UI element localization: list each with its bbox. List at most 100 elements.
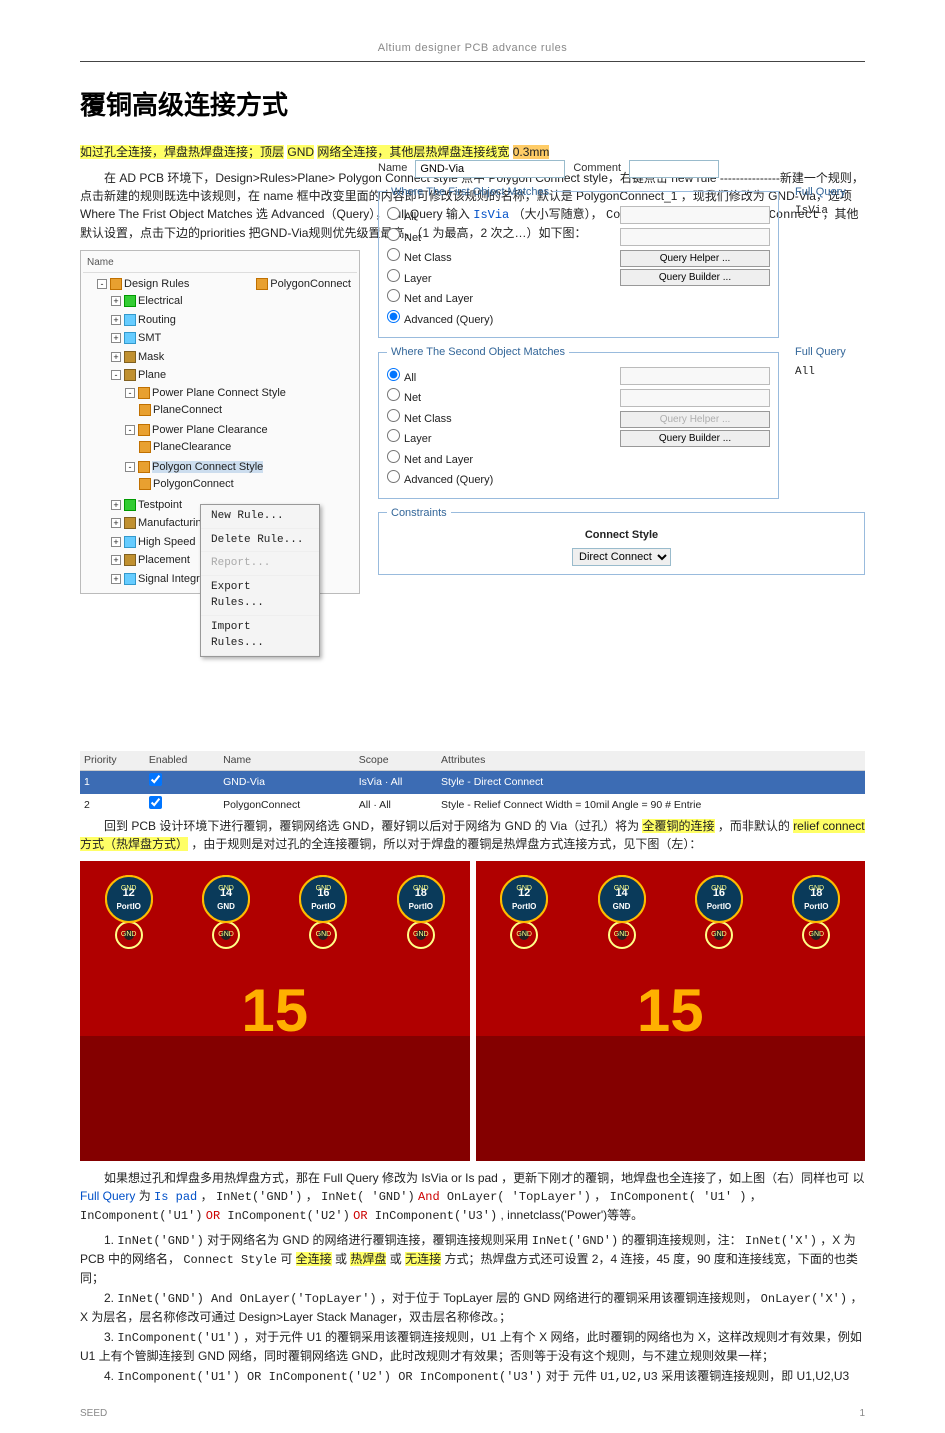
query-helper-1[interactable]: Query Helper ... (620, 250, 770, 267)
ctx-export-rules[interactable]: Export Rules... (201, 576, 319, 616)
opt-all-2[interactable]: All (387, 367, 612, 388)
tree-pcs-selected[interactable]: Polygon Connect Style (152, 461, 263, 473)
rule-name-input[interactable] (415, 160, 565, 178)
electrical-icon (124, 295, 136, 307)
combo-2b[interactable] (620, 389, 770, 407)
opt-all-1[interactable]: All (387, 206, 612, 227)
opt-net-2[interactable]: Net (387, 387, 612, 408)
attr-1: Style - Direct Connect (437, 771, 865, 794)
ctx-delete-rule[interactable]: Delete Rule... (201, 529, 319, 553)
expand-icon[interactable]: + (111, 518, 121, 528)
expand-icon[interactable]: - (125, 388, 135, 398)
n4-code2: U1,U2,U3 (600, 1370, 658, 1384)
opt-advanced-2[interactable]: Advanced (Query) (387, 469, 612, 490)
note-3: 3. InComponent('U1') ，对于元件 U1 的覆铜采用该覆铜连接… (80, 1328, 865, 1365)
opt-advanced-1[interactable]: Advanced (Query) (387, 309, 612, 330)
tree-smt[interactable]: SMT (138, 332, 161, 344)
n1-t6: 或 (390, 1252, 405, 1266)
expand-icon[interactable]: - (125, 425, 135, 435)
combo-2a[interactable] (620, 367, 770, 385)
expand-icon[interactable]: + (111, 296, 121, 306)
priority-row-1[interactable]: 1 GND-Via IsVia · All Style - Direct Con… (80, 771, 865, 794)
enabled-2[interactable] (149, 796, 162, 809)
prio-1: 1 (80, 771, 145, 794)
opt-adv-lbl-2: Advanced (Query) (404, 474, 493, 486)
rule-comment-input[interactable] (629, 160, 719, 178)
expand-icon[interactable]: - (97, 279, 107, 289)
tree-placement[interactable]: Placement (138, 554, 190, 566)
n4-t2: 采用该覆铜连接规则，即 U1,U2,U3 (661, 1369, 849, 1383)
tree-routing[interactable]: Routing (138, 314, 176, 326)
n1-h1: 全连接 (296, 1252, 332, 1266)
pad-12: 12PortIO (105, 875, 153, 923)
p3-ex7: InComponent('U3') (375, 1209, 497, 1223)
opt-net-1[interactable]: Net (387, 227, 612, 248)
expand-icon[interactable]: - (111, 370, 121, 380)
tree-planeclearance[interactable]: PlaneClearance (153, 441, 231, 453)
query-builder-1[interactable]: Query Builder ... (620, 269, 770, 286)
n1-num: 1. (104, 1233, 114, 1247)
tree-root[interactable]: Design Rules (124, 278, 189, 290)
opt-layer-1[interactable]: Layer (387, 268, 612, 289)
expand-icon[interactable]: + (111, 352, 121, 362)
n1-cs: Connect Style (183, 1253, 277, 1267)
p3-and: And (418, 1190, 447, 1204)
subhead-text-a: 如过孔全连接，焊盘热焊盘连接；顶层 (80, 145, 284, 159)
tree-mask[interactable]: Mask (138, 351, 164, 363)
opt-netclass-2[interactable]: Net Class (387, 408, 612, 429)
ctx-import-rules[interactable]: Import Rules... (201, 616, 319, 656)
n1-h2: 热焊盘 (350, 1252, 386, 1266)
priority-table: Priority Enabled Name Scope Attributes 1… (80, 751, 865, 817)
combo-1a[interactable] (620, 206, 770, 224)
tree-ppcs[interactable]: Power Plane Connect Style (152, 387, 286, 399)
opt-netlayer-2[interactable]: Net and Layer (387, 449, 612, 470)
rules-root-icon (110, 278, 122, 290)
tree-ppc[interactable]: Power Plane Clearance (152, 424, 268, 436)
expand-icon[interactable]: + (111, 537, 121, 547)
enabled-1[interactable] (149, 773, 162, 786)
tree-planeconnect[interactable]: PlaneConnect (153, 404, 222, 416)
expand-icon[interactable]: + (111, 500, 121, 510)
testpoint-icon (124, 499, 136, 511)
tree-name-val: PolygonConnect (270, 278, 351, 290)
tree-plane[interactable]: Plane (138, 369, 166, 381)
p3-g: , innetclass('Power')等等。 (501, 1208, 644, 1222)
scope-2: All · All (355, 794, 437, 817)
opt-netclass-1[interactable]: Net Class (387, 247, 612, 268)
ctx-report[interactable]: Report... (201, 552, 319, 576)
n1-code3: InNet('X') (745, 1234, 817, 1248)
priority-row-2[interactable]: 2 PolygonConnect All · All Style - Relie… (80, 794, 865, 817)
combo-1b[interactable] (620, 228, 770, 246)
query-builder-2[interactable]: Query Builder ... (620, 430, 770, 447)
query-helper-2[interactable]: Query Helper ... (620, 411, 770, 428)
placement-icon (124, 554, 136, 566)
p3-ispad: Is pad (154, 1190, 197, 1204)
via-gnd: GND (705, 921, 733, 949)
tree-polyconnect[interactable]: PolygonConnect (153, 478, 234, 490)
silkscreen-15: 15 (241, 966, 308, 1056)
routing-icon (124, 314, 136, 326)
n1-code: InNet('GND') (117, 1234, 203, 1248)
via-gnd: GND (407, 921, 435, 949)
n4-code: InComponent('U1') OR InComponent('U2') O… (117, 1370, 542, 1384)
expand-icon[interactable]: + (111, 315, 121, 325)
p2-b: ，而非默认的 (718, 819, 793, 833)
expand-icon[interactable]: + (111, 555, 121, 565)
tree-electrical[interactable]: Electrical (138, 295, 183, 307)
tree-testpoint[interactable]: Testpoint (138, 499, 182, 511)
ctx-new-rule[interactable]: New Rule... (201, 505, 319, 529)
opt-netclass-lbl: Net Class (404, 252, 452, 264)
p3-or1: OR (206, 1209, 228, 1223)
subhead-text-b: 网络全连接，其他层热焊盘连接线宽 (317, 145, 509, 159)
rule-name-1: GND-Via (219, 771, 355, 794)
context-menu[interactable]: New Rule... Delete Rule... Report... Exp… (200, 504, 320, 657)
expand-icon[interactable]: + (111, 333, 121, 343)
connect-style-select[interactable]: Direct Connect (572, 548, 671, 566)
opt-layer-2[interactable]: Layer (387, 428, 612, 449)
tree-mfg[interactable]: Manufacturing (138, 517, 208, 529)
opt-netlayer-1[interactable]: Net and Layer (387, 288, 612, 309)
expand-icon[interactable]: + (111, 574, 121, 584)
expand-icon[interactable]: - (125, 462, 135, 472)
p3-f: ， (750, 1189, 762, 1203)
tree-highspeed[interactable]: High Speed (138, 536, 196, 548)
